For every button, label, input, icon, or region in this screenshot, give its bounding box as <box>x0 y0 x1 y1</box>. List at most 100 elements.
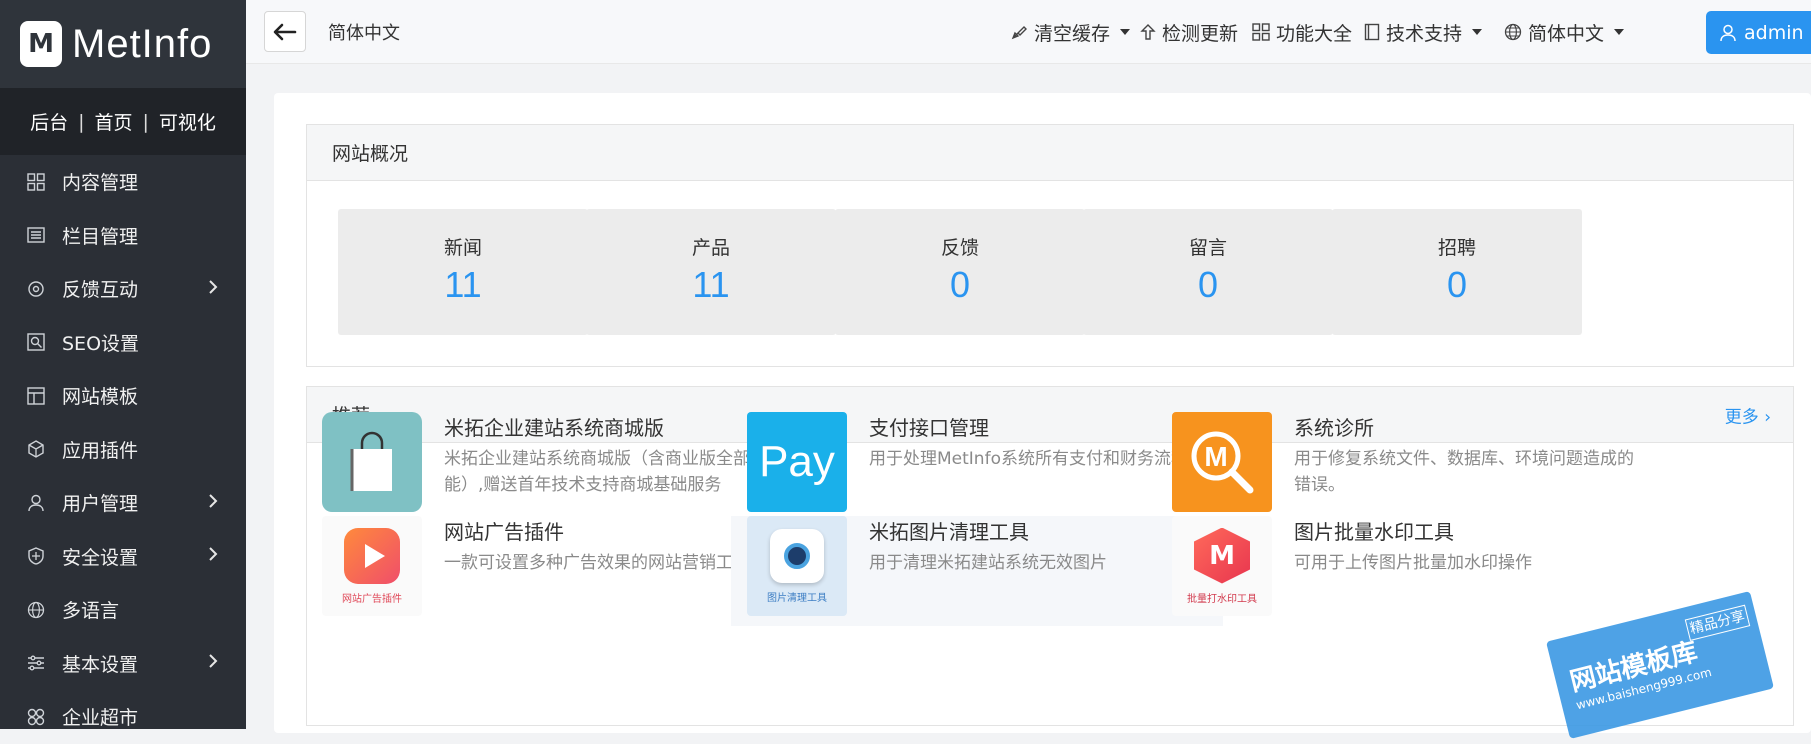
stat-card[interactable]: 新闻 11 <box>338 209 588 335</box>
recommend-desc: 可用于上传图片批量加水印操作 <box>1294 553 1532 573</box>
current-language: 简体中文 <box>328 23 400 44</box>
quick-link-visual[interactable]: 可视化 <box>159 108 216 135</box>
recommend-item[interactable]: 图片清理工具 米拓图片清理工具 用于清理米拓建站系统无效图片 <box>731 516 1223 626</box>
more-link[interactable]: 更多 › <box>1725 402 1771 427</box>
ad-play-icon: 网站广告插件 <box>322 516 422 616</box>
recommend-item[interactable]: Pay 支付接口管理 用于处理MetInfo系统所有支付和财务流程 <box>747 412 1237 522</box>
store-icon <box>26 707 46 727</box>
stat-card[interactable]: 留言 0 <box>1083 209 1333 335</box>
sidebar-item-3[interactable]: SEO设置 <box>0 316 246 370</box>
brush-icon <box>1010 23 1028 41</box>
recommend-item[interactable]: M 批量打水印工具 图片批量水印工具可用于上传图片批量加水印操作 <box>1172 516 1662 626</box>
tech-support-menu[interactable]: 技术支持 <box>1364 0 1483 64</box>
magnifier-m-icon: M <box>1172 412 1272 512</box>
stat-value: 0 <box>1446 264 1468 305</box>
list-icon <box>26 225 46 245</box>
globe-icon <box>1504 23 1522 41</box>
watermark-m-icon: M 批量打水印工具 <box>1172 516 1272 616</box>
sidebar-item-label: SEO设置 <box>62 332 140 355</box>
sidebar-item-4[interactable]: 网站模板 <box>0 369 246 423</box>
clear-cache-menu[interactable]: 清空缓存 <box>1010 0 1131 64</box>
sidebar-item-6[interactable]: 用户管理 <box>0 476 246 530</box>
user-menu-button[interactable]: admin <box>1706 11 1811 54</box>
quick-links: 后台 | 首页 | 可视化 <box>0 88 246 155</box>
overview-title-text: 网站概况 <box>332 143 409 165</box>
stat-card[interactable]: 产品 11 <box>586 209 836 335</box>
shopping-bag-icon <box>322 412 422 512</box>
sidebar-menu: 内容管理栏目管理反馈互动 SEO设置网站模板应用插件用户管理安全设置多语言基本设置… <box>0 155 246 744</box>
caret-down-icon <box>1120 29 1131 35</box>
shield-icon <box>26 546 46 566</box>
tech-support-label: 技术支持 <box>1386 22 1463 45</box>
book-icon <box>1364 23 1380 41</box>
stat-label: 新闻 <box>443 237 482 259</box>
all-functions-label: 功能大全 <box>1276 22 1353 45</box>
recommend-desc: 米拓企业建站系统商城版（含商业版全部功能）,赠送首年技术支持商城基础服务 <box>444 449 767 495</box>
sidebar-item-label: 企业超市 <box>62 707 139 730</box>
sidebar-item-7[interactable]: 安全设置 <box>0 530 246 584</box>
sidebar-item-2[interactable]: 反馈互动 <box>0 262 246 316</box>
recommend-desc: 用于处理MetInfo系统所有支付和财务流程 <box>869 449 1188 469</box>
globe-icon <box>26 600 46 620</box>
stat-card[interactable]: 招聘 0 <box>1332 209 1582 335</box>
sidebar-item-label: 安全设置 <box>62 546 139 569</box>
stat-value: 0 <box>1197 264 1219 305</box>
feedback-icon <box>26 279 46 299</box>
recommend-title[interactable]: 支付接口管理 <box>869 412 989 441</box>
language-menu-label: 简体中文 <box>1528 22 1605 45</box>
sidebar-item-label: 基本设置 <box>62 653 139 676</box>
recommend-item[interactable]: M 系统诊所用于修复系统文件、数据库、环境问题造成的错误。 <box>1172 412 1662 522</box>
recommend-title[interactable]: 米拓企业建站系统商城版 <box>444 412 664 441</box>
sidebar-item-label: 栏目管理 <box>62 225 139 248</box>
logo-text: MetInfo <box>72 21 213 66</box>
template-icon <box>26 386 46 406</box>
sidebar-item-label: 反馈互动 <box>62 279 139 302</box>
chevron-right-icon <box>208 492 218 514</box>
check-update-button[interactable]: 检测更新 <box>1140 0 1238 64</box>
sidebar-item-9[interactable]: 基本设置 <box>0 637 246 691</box>
caret-down-icon <box>1614 29 1625 35</box>
overview-title: 网站概况 <box>307 125 1793 181</box>
recommend-title[interactable]: 网站广告插件 <box>444 516 564 545</box>
sidebar-item-0[interactable]: 内容管理 <box>0 155 246 209</box>
chevron-right-icon: › <box>1764 407 1771 427</box>
stat-value: 11 <box>692 264 730 305</box>
sidebar-item-label: 应用插件 <box>62 439 139 462</box>
stat-value: 11 <box>444 264 482 305</box>
sidebar-item-1[interactable]: 栏目管理 <box>0 209 246 263</box>
clear-cache-label: 清空缓存 <box>1034 22 1111 45</box>
recommend-desc: 用于清理米拓建站系统无效图片 <box>869 553 1107 573</box>
stat-card[interactable]: 反馈 0 <box>835 209 1085 335</box>
chevron-right-icon <box>208 652 218 674</box>
quick-link-home[interactable]: 首页 <box>94 108 132 135</box>
sidebar-item-label: 网站模板 <box>62 386 139 409</box>
sidebar-item-8[interactable]: 多语言 <box>0 583 246 637</box>
chevron-right-icon <box>208 278 218 300</box>
logo[interactable]: M MetInfo <box>0 0 246 88</box>
arrow-up-icon <box>1140 23 1156 41</box>
stat-label: 招聘 <box>1437 237 1476 259</box>
recommend-title[interactable]: 图片批量水印工具 <box>1294 516 1454 545</box>
recommend-title[interactable]: 米拓图片清理工具 <box>869 516 1029 545</box>
quick-link-backend[interactable]: 后台 <box>30 108 68 135</box>
back-button[interactable] <box>264 11 306 52</box>
sidebar-item-label: 用户管理 <box>62 493 139 516</box>
more-label: 更多 <box>1724 407 1759 427</box>
check-update-label: 检测更新 <box>1162 22 1239 45</box>
stat-value: 0 <box>949 264 971 305</box>
language-menu[interactable]: 简体中文 <box>1504 0 1625 64</box>
grid-icon <box>26 172 46 192</box>
sidebar: M MetInfo 后台 | 首页 | 可视化 内容管理栏目管理反馈互动 SEO设… <box>0 0 246 729</box>
all-functions-button[interactable]: 功能大全 <box>1252 0 1352 64</box>
chevron-right-icon <box>208 545 218 567</box>
recommend-item[interactable]: 米拓企业建站系统商城版米拓企业建站系统商城版（含商业版全部功能）,赠送首年技术支… <box>322 412 812 522</box>
recommend-title[interactable]: 系统诊所 <box>1294 412 1374 441</box>
sidebar-item-5[interactable]: 应用插件 <box>0 423 246 477</box>
stat-label: 反馈 <box>940 237 979 259</box>
seo-icon <box>26 332 46 352</box>
divider: | <box>142 110 149 133</box>
logo-icon: M <box>20 21 62 67</box>
recommend-desc: 用于修复系统文件、数据库、环境问题造成的错误。 <box>1294 449 1634 495</box>
sidebar-item-10[interactable]: 企业超市 <box>0 690 246 744</box>
user-icon <box>26 493 46 513</box>
